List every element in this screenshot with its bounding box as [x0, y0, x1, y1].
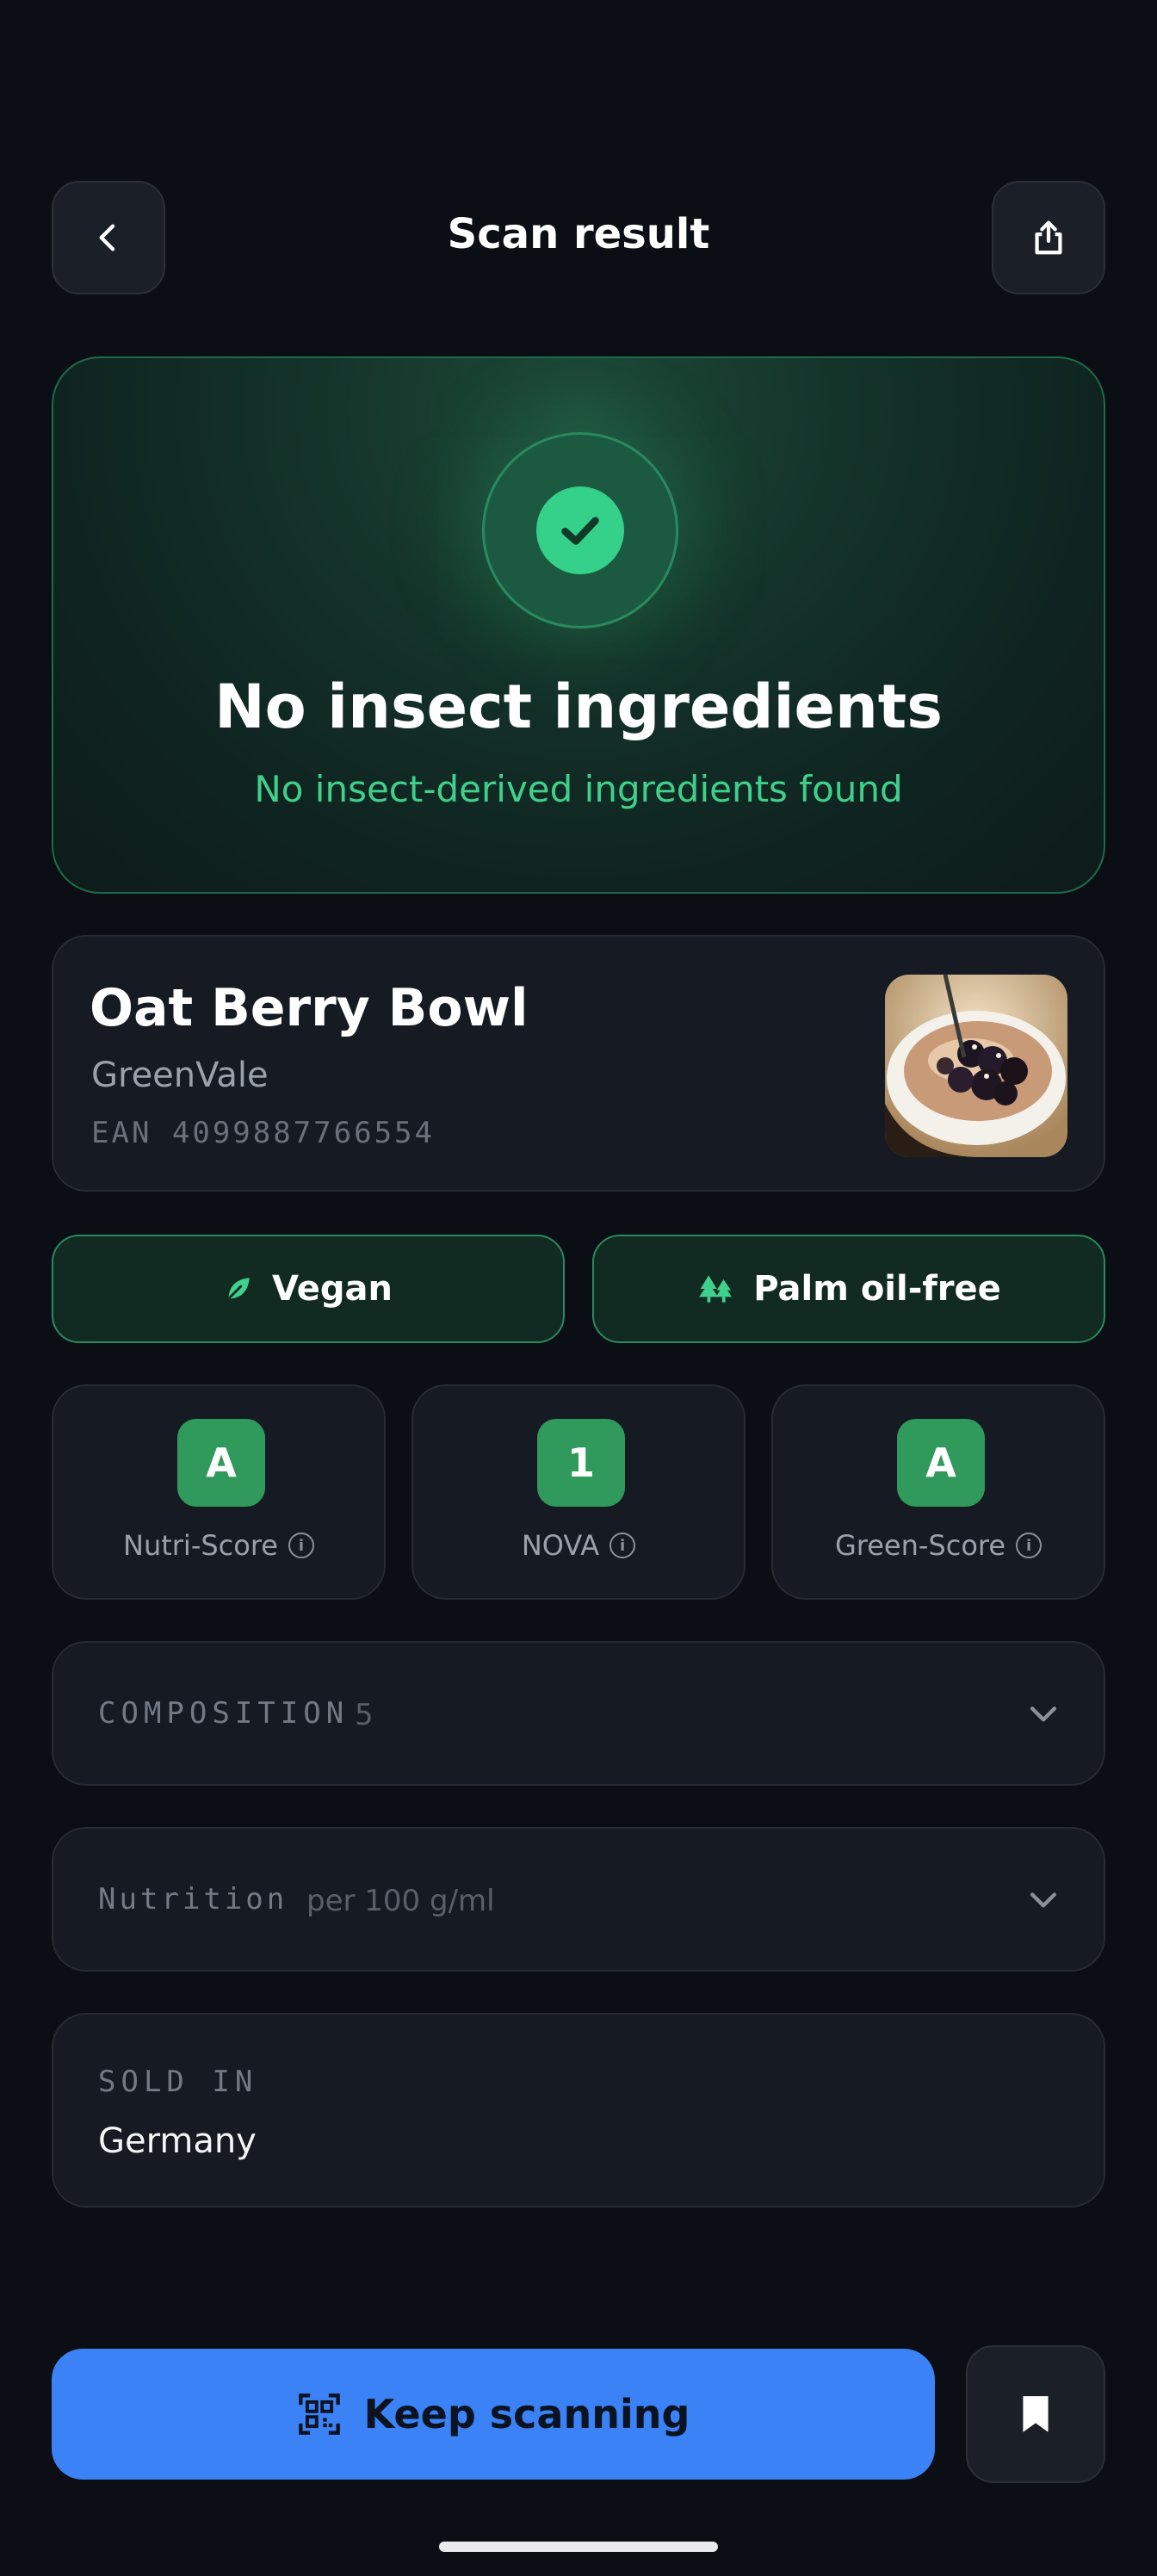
info-icon[interactable]: i: [1016, 1533, 1043, 1558]
nutri-score-card[interactable]: A Nutri-Score i: [52, 1384, 386, 1600]
share-icon: [1035, 220, 1062, 255]
trees-icon: [699, 1275, 733, 1303]
product-ean: EAN 4099887766554: [91, 1116, 435, 1150]
score-label: Nutri-Score: [123, 1529, 278, 1562]
chevron-down-icon: [1030, 1892, 1057, 1908]
nova-card[interactable]: 1 NOVA i: [411, 1384, 746, 1600]
nutrition-unit: per 100 g/ml: [306, 1884, 495, 1918]
green-score-card[interactable]: A Green-Score i: [771, 1384, 1105, 1600]
result-title: No insect ingredients: [214, 672, 943, 742]
green-score-badge: A: [897, 1419, 985, 1507]
keep-scanning-label: Keep scanning: [363, 2391, 690, 2437]
info-icon[interactable]: i: [609, 1533, 636, 1558]
bookmark-icon: [1023, 2396, 1049, 2432]
result-subtitle: No insect-derived ingredients found: [254, 768, 903, 810]
check-icon: [561, 517, 599, 545]
leaf-icon: [228, 1278, 250, 1299]
score-label: NOVA: [521, 1529, 600, 1562]
result-status-indicator: [482, 432, 678, 629]
nutrition-section[interactable]: Nutrition per 100 g/ml: [52, 1827, 1105, 1972]
nova-badge: 1: [537, 1419, 625, 1507]
bookmark-button[interactable]: [966, 2345, 1105, 2483]
result-banner: No insect ingredients No insect-derived …: [52, 356, 1105, 894]
tag-label: Palm oil-free: [753, 1269, 1001, 1309]
product-image[interactable]: [885, 975, 1067, 1157]
nutri-score-badge: A: [177, 1419, 265, 1507]
score-label: Green-Score: [834, 1529, 1006, 1562]
sold-in-label: SOLD IN: [98, 2065, 258, 2099]
home-indicator: [439, 2542, 718, 2552]
tag-vegan[interactable]: Vegan: [52, 1235, 565, 1343]
composition-count: 5: [355, 1698, 374, 1732]
composition-section[interactable]: COMPOSITION 5: [52, 1641, 1105, 1786]
product-name: Oat Berry Bowl: [90, 978, 529, 1038]
product-card[interactable]: Oat Berry Bowl GreenVale EAN 40998877665…: [52, 935, 1105, 1192]
keep-scanning-button[interactable]: Keep scanning: [52, 2349, 935, 2480]
info-icon[interactable]: i: [288, 1533, 314, 1558]
chevron-left-icon: [99, 224, 115, 251]
back-button[interactable]: [52, 181, 165, 294]
tag-palm-oil-free[interactable]: Palm oil-free: [592, 1235, 1105, 1343]
qr-scan-icon: [298, 2393, 340, 2435]
product-brand: GreenVale: [91, 1056, 269, 1095]
page-title: Scan result: [447, 210, 710, 258]
chevron-down-icon: [1030, 1706, 1057, 1722]
share-button[interactable]: [992, 181, 1105, 294]
nutrition-label: Nutrition: [98, 1882, 288, 1917]
sold-in-card: SOLD IN Germany: [52, 2013, 1105, 2208]
composition-label: COMPOSITION: [98, 1696, 350, 1731]
tag-label: Vegan: [272, 1269, 393, 1309]
sold-in-value: Germany: [98, 2121, 257, 2161]
